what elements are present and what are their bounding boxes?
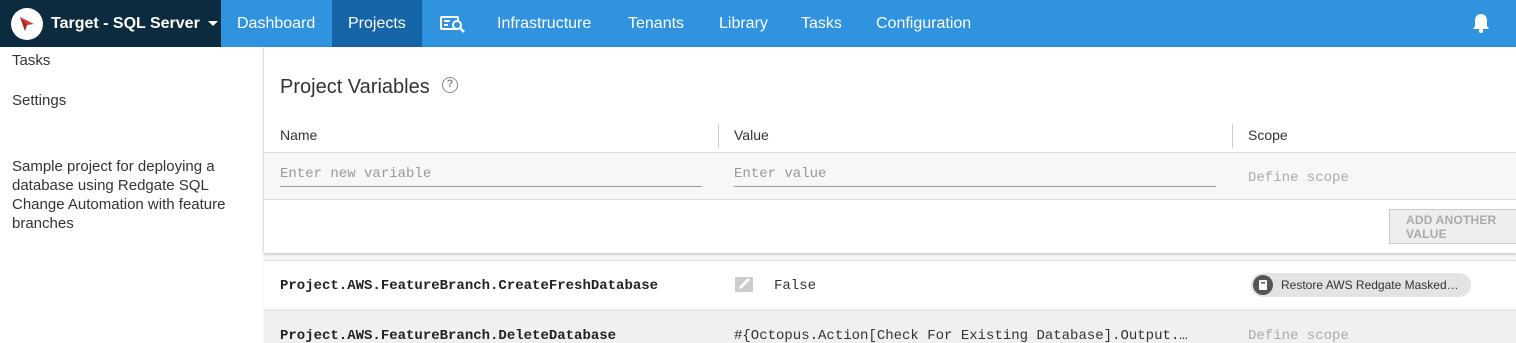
environment-icon	[1253, 275, 1273, 295]
variable-name: Project.AWS.FeatureBranch.CreateFreshDat…	[280, 278, 659, 294]
space-name: Target - SQL Server	[51, 14, 200, 32]
nav-dashboard[interactable]: Dashboard	[221, 0, 331, 47]
edit-value-icon[interactable]	[734, 275, 756, 295]
variable-value: #{Octopus.Action[Check For Existing Data…	[734, 328, 1188, 343]
nav-projects[interactable]: Projects	[332, 0, 422, 47]
column-divider	[1232, 124, 1233, 148]
main-content: Project Variables ? Name Value Scope Def…	[264, 47, 1516, 343]
scope-chip[interactable]: Restore AWS Redgate Masked…	[1251, 273, 1471, 297]
project-sidebar: Tasks Settings Sample project for deploy…	[0, 47, 263, 343]
sidebar-item-tasks[interactable]: Tasks	[12, 52, 50, 69]
variables-editor-card: Project Variables ? Name Value Scope Def…	[264, 47, 1516, 253]
scope-chip-label: Restore AWS Redgate Masked…	[1281, 278, 1459, 292]
nav-infrastructure[interactable]: Infrastructure	[481, 0, 607, 47]
column-divider	[718, 124, 719, 148]
define-scope-field[interactable]: Define scope	[1248, 170, 1349, 186]
variable-value: False	[774, 278, 817, 294]
new-variable-row: Define scope	[264, 152, 1516, 200]
variable-value-input[interactable]	[734, 161, 1216, 187]
project-description: Sample project for deploying a database …	[12, 158, 226, 232]
define-scope-field[interactable]: Define scope	[1248, 328, 1349, 343]
column-header-value: Value	[734, 127, 769, 143]
chevron-down-icon	[207, 21, 218, 26]
nav-tasks[interactable]: Tasks	[785, 0, 858, 47]
add-another-value-button[interactable]: ADD ANOTHER VALUE	[1389, 209, 1516, 244]
table-row[interactable]: Project.AWS.FeatureBranch.CreateFreshDat…	[264, 260, 1516, 308]
bell-icon[interactable]	[1470, 12, 1492, 34]
nav-configuration[interactable]: Configuration	[860, 0, 987, 47]
nav-tenants[interactable]: Tenants	[612, 0, 700, 47]
column-header-name: Name	[280, 127, 318, 143]
column-header-scope: Scope	[1248, 127, 1288, 143]
nav-library[interactable]: Library	[703, 0, 784, 47]
search-machines-icon[interactable]	[425, 0, 481, 47]
page-title: Project Variables	[280, 76, 430, 98]
help-icon[interactable]: ?	[442, 77, 458, 93]
space-switcher[interactable]: Target - SQL Server	[0, 0, 221, 47]
top-navigation-bar: Target - SQL Server Dashboard Projects I…	[0, 0, 1516, 47]
variable-name: Project.AWS.FeatureBranch.DeleteDatabase	[280, 328, 617, 343]
sidebar-item-settings[interactable]: Settings	[12, 92, 66, 109]
table-row[interactable]: Project.AWS.FeatureBranch.DeleteDatabase…	[264, 310, 1516, 343]
variable-name-input[interactable]	[280, 161, 702, 187]
octopus-logo-icon	[11, 7, 43, 40]
